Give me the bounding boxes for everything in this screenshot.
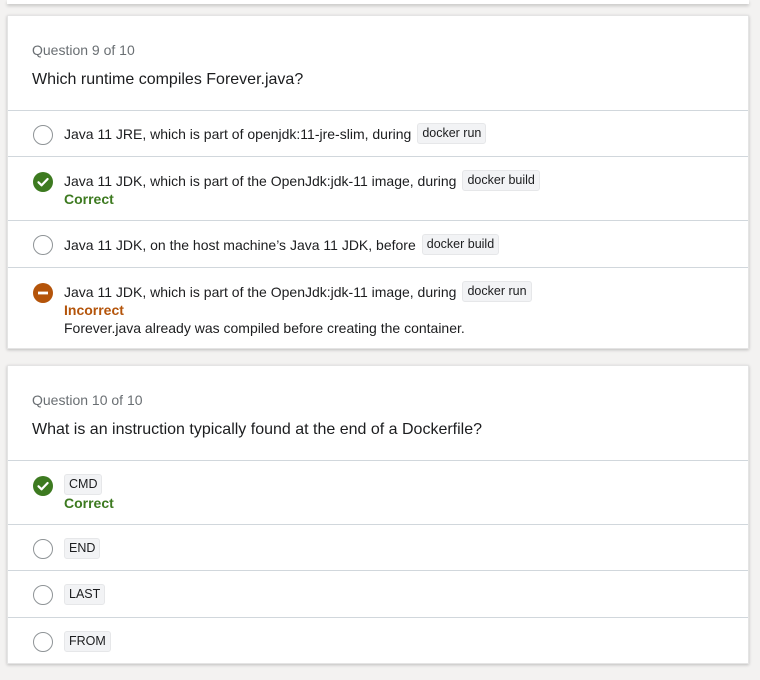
question-prompt: What is an instruction typically found a…: [32, 421, 483, 438]
answer-option[interactable]: Java 11 JDK, on the host machine’s Java …: [8, 221, 748, 268]
question-header: Question 10 of 10 What is an instruction…: [8, 366, 748, 461]
answer-code: docker run: [462, 281, 532, 302]
answer-option[interactable]: FROM: [8, 618, 748, 664]
answer-explanation: Forever.java already was compiled before…: [64, 320, 465, 336]
verdict-correct: Correct: [64, 191, 114, 207]
answer-text: Java 11 JDK, on the host machine’s Java …: [64, 236, 416, 253]
answer-option[interactable]: LAST: [8, 571, 748, 618]
answer-code: docker run: [417, 123, 487, 144]
answer-option[interactable]: END: [8, 525, 748, 571]
question-header: Question 9 of 10 Which runtime compiles …: [8, 16, 748, 111]
question-card-9: Question 9 of 10 Which runtime compiles …: [7, 15, 749, 349]
answer-option[interactable]: Java 11 JRE, which is part of openjdk:11…: [8, 111, 748, 157]
answer-code: CMD: [64, 474, 103, 495]
answer-code: docker build: [462, 170, 540, 191]
answer-text: Java 11 JDK, which is part of the OpenJd…: [64, 283, 457, 300]
question-counter: Question 9 of 10: [32, 42, 135, 58]
answer-option[interactable]: CMD Correct: [8, 461, 748, 525]
answer-option[interactable]: Java 11 JDK, which is part of the OpenJd…: [8, 268, 748, 348]
radio-empty-icon[interactable]: [33, 585, 53, 605]
minus-circle-icon: [33, 283, 53, 303]
previous-card-edge: [7, 0, 749, 4]
answer-code: END: [64, 538, 101, 559]
check-circle-icon: [33, 476, 53, 496]
question-card-10: Question 10 of 10 What is an instruction…: [7, 365, 749, 664]
answer-code: FROM: [64, 631, 111, 652]
radio-empty-icon[interactable]: [33, 632, 53, 652]
verdict-incorrect: Incorrect: [64, 302, 124, 318]
answer-text: Java 11 JDK, which is part of the OpenJd…: [64, 172, 457, 189]
answer-code: LAST: [64, 584, 106, 605]
answer-code: docker build: [421, 234, 500, 255]
question-prompt: Which runtime compiles Forever.java?: [32, 71, 304, 88]
radio-empty-icon[interactable]: [33, 539, 53, 559]
check-circle-icon: [33, 172, 53, 192]
verdict-correct: Correct: [64, 495, 114, 511]
question-counter: Question 10 of 10: [32, 392, 143, 408]
answer-option[interactable]: Java 11 JDK, which is part of the OpenJd…: [8, 157, 748, 221]
radio-empty-icon[interactable]: [33, 125, 53, 145]
answer-text: Java 11 JRE, which is part of openjdk:11…: [64, 125, 412, 142]
radio-empty-icon[interactable]: [33, 235, 53, 255]
